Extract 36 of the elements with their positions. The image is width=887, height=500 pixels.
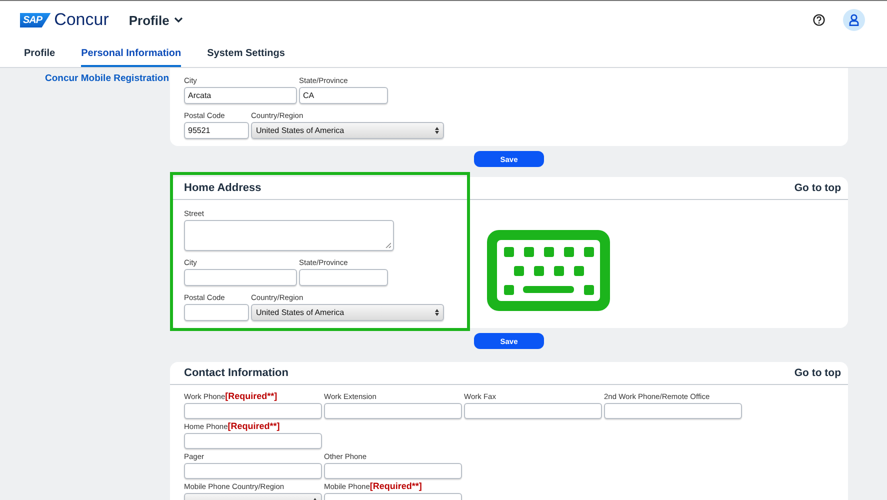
input-field[interactable] xyxy=(184,304,249,321)
country-dropdown[interactable]: United States of America xyxy=(251,122,444,139)
section-title: Home Address xyxy=(184,182,262,194)
tab[interactable]: Personal Information xyxy=(81,39,182,67)
input-field[interactable]: 95521 xyxy=(184,122,249,139)
sidebar-link[interactable]: Concur Mobile Registration xyxy=(45,73,170,84)
chevron-icon xyxy=(174,17,184,23)
tab[interactable]: System Settings xyxy=(207,39,285,67)
input-field[interactable] xyxy=(184,433,322,449)
help-icon[interactable] xyxy=(813,14,825,26)
logo[interactable]: SAP Concur xyxy=(20,10,109,30)
input-field[interactable] xyxy=(184,463,322,479)
required-note: [Required**] xyxy=(228,421,280,431)
input-field[interactable] xyxy=(184,269,297,286)
input-field[interactable]: Arcata xyxy=(184,87,297,104)
section-title: Contact Information xyxy=(184,367,288,379)
street-field[interactable] xyxy=(184,220,394,251)
input-field[interactable] xyxy=(324,403,462,419)
input-field[interactable] xyxy=(299,269,388,286)
input-field[interactable] xyxy=(324,463,462,479)
country-dropdown[interactable]: United States of America xyxy=(251,304,444,321)
updown-icon xyxy=(435,309,439,316)
updown-icon xyxy=(435,127,439,134)
tab[interactable]: Profile xyxy=(24,39,56,67)
user-avatar[interactable] xyxy=(843,9,865,31)
input-field[interactable] xyxy=(604,403,742,419)
go-to-top-link[interactable]: Go to top xyxy=(794,367,841,379)
input-field[interactable] xyxy=(184,403,322,419)
resize-grip-icon[interactable] xyxy=(385,242,391,248)
go-to-top-link[interactable]: Go to top xyxy=(794,182,841,194)
input-field[interactable]: CA xyxy=(299,87,388,104)
required-note: [Required**] xyxy=(370,481,422,491)
input-field[interactable] xyxy=(464,403,602,419)
required-note: [Required**] xyxy=(225,391,278,401)
keyboard-icon xyxy=(487,230,610,311)
profile-menu[interactable]: Profile xyxy=(128,12,184,28)
